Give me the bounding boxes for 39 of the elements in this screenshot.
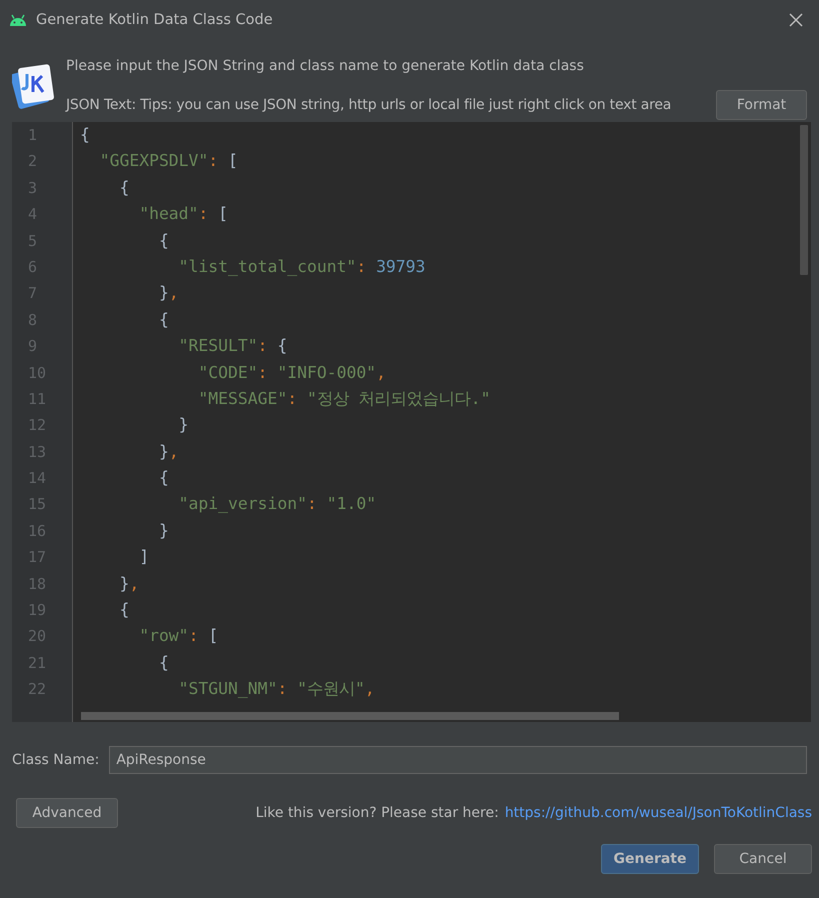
code-line: },	[158, 282, 180, 304]
generate-button[interactable]: Generate	[601, 844, 699, 874]
code-line: {	[80, 124, 91, 146]
class-name-field[interactable]: ApiResponse	[109, 746, 807, 774]
code-line: "MESSAGE": "정상 처리되었습니다."	[197, 388, 492, 410]
intro-text: Please input the JSON String and class name to generate Kotlin data class	[66, 58, 585, 76]
json-editor[interactable]	[12, 122, 811, 722]
scrollbar-thumb[interactable]	[81, 712, 619, 720]
code-line: "row": [	[138, 625, 220, 648]
format-button[interactable]: Format	[716, 90, 807, 120]
code-line: "GGEXPSDLV": [	[98, 150, 239, 172]
scrollbar-thumb[interactable]	[800, 125, 808, 275]
code-line: {	[118, 176, 130, 199]
logo-icon	[12, 62, 56, 110]
code-line: "CODE": "INFO-000",	[197, 362, 387, 384]
window-title: Generate Kotlin Data Class Code	[36, 12, 274, 28]
code-line: ]	[138, 546, 150, 568]
code-line: {	[158, 652, 170, 674]
code-line: "api_version": "1.0"	[178, 493, 378, 516]
code-line: {	[158, 230, 170, 252]
code-line: "head": [	[138, 203, 230, 226]
code-line: "list_total_count": 39793	[178, 256, 426, 278]
code-line: "STGUN_NM": "수원시",	[178, 678, 376, 700]
code-line: {	[158, 308, 170, 331]
json-text-label: JSON Text: Tips: you can use JSON string, http urls or local file just right click on text area	[66, 97, 672, 113]
advanced-button[interactable]: Advanced	[16, 798, 118, 828]
code-line: "RESULT": {	[178, 335, 288, 358]
star-note: Like this version? Please star here:	[256, 805, 499, 821]
android-icon	[8, 13, 28, 27]
code-line: {	[158, 467, 170, 490]
code-line: {	[118, 599, 130, 622]
code-line: },	[158, 440, 180, 463]
code-line: }	[158, 520, 170, 542]
code-line: }	[178, 414, 190, 436]
class-name-label: Class Name:	[12, 752, 100, 768]
close-icon[interactable]	[789, 13, 803, 27]
cancel-button[interactable]: Cancel	[714, 844, 812, 874]
code-line: },	[118, 572, 140, 595]
github-link[interactable]: https://github.com/wuseal/JsonToKotlinClass	[504, 805, 812, 821]
